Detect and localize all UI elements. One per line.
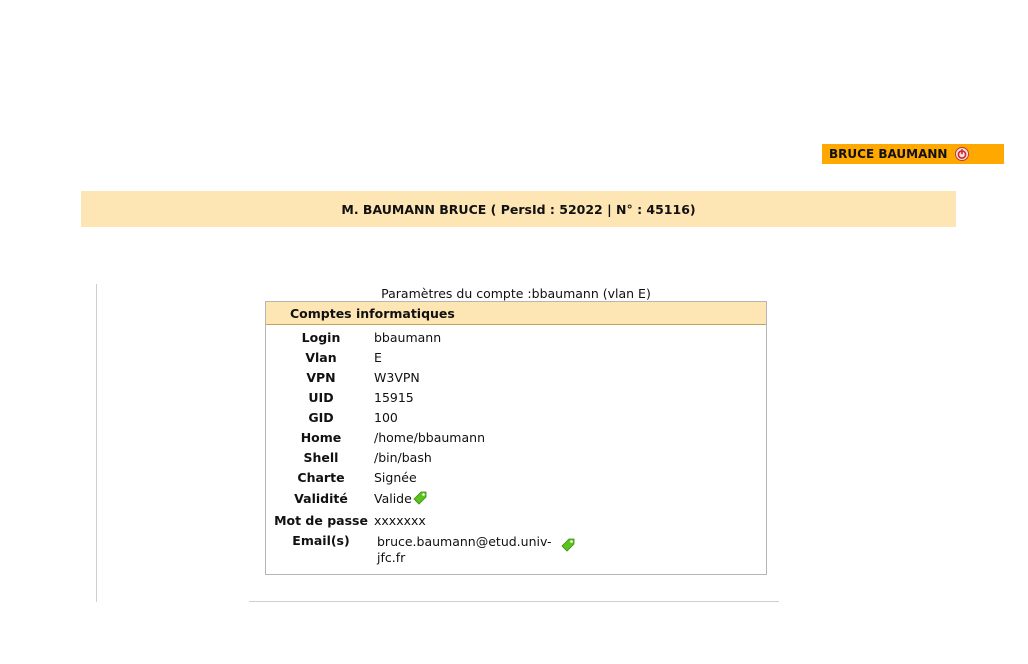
tag-icon[interactable]: [560, 537, 576, 553]
panel-title: Comptes informatiques: [266, 302, 766, 325]
field-value: /home/bbaumann: [374, 430, 485, 445]
field-value: 100: [374, 410, 398, 425]
field-label: Shell: [303, 450, 339, 465]
user-badge[interactable]: BRUCE BAUMANN: [822, 144, 1004, 164]
field-row-validite: Validité Valide: [266, 489, 766, 509]
field-label: Validité: [294, 491, 348, 506]
identity-text: M. BAUMANN BRUCE ( PersId : 52022 | N° :…: [341, 201, 696, 217]
bottom-divider: [249, 601, 779, 602]
field-row-emails: Email(s) bruce.baumann@etud.univ-jfc.fr: [266, 531, 766, 571]
field-label: VPN: [306, 370, 336, 385]
field-label: Home: [300, 430, 342, 445]
identity-banner: M. BAUMANN BRUCE ( PersId : 52022 | N° :…: [81, 191, 956, 227]
email-value: bruce.baumann@etud.univ-jfc.fr: [377, 534, 552, 565]
field-value: Signée: [374, 470, 417, 485]
left-divider: [96, 284, 97, 602]
field-row-shell: Shell /bin/bash: [266, 448, 766, 468]
field-label: Vlan: [305, 350, 337, 365]
field-value: xxxxxxx: [374, 513, 426, 528]
field-value-wrap: Valide: [374, 489, 428, 509]
field-value: W3VPN: [374, 370, 420, 385]
field-value: /bin/bash: [374, 450, 432, 465]
field-row-uid: UID 15915: [266, 388, 766, 408]
field-row-vlan: Vlan E: [266, 348, 766, 368]
tag-icon[interactable]: [412, 490, 428, 506]
field-label: Mot de passe: [274, 513, 368, 528]
field-value: Valide: [374, 491, 412, 506]
field-row-password: Mot de passe xxxxxxx: [266, 511, 766, 531]
field-label: UID: [308, 390, 334, 405]
field-row-charte: Charte Signée: [266, 468, 766, 488]
field-label: GID: [308, 410, 334, 425]
field-value: E: [374, 350, 382, 365]
account-caption: Paramètres du compte :bbaumann (vlan E): [381, 286, 651, 301]
accounts-panel: Comptes informatiques Login bbaumann Vla…: [265, 301, 767, 575]
field-label: Charte: [297, 470, 345, 485]
field-row-vpn: VPN W3VPN: [266, 368, 766, 388]
field-value: bbaumann: [374, 330, 442, 345]
field-row-home: Home /home/bbaumann: [266, 428, 766, 448]
field-row-login: Login bbaumann: [266, 328, 766, 348]
field-label: Email(s): [292, 533, 350, 548]
power-icon[interactable]: [955, 147, 970, 161]
field-label: Login: [301, 330, 341, 345]
field-row-gid: GID 100: [266, 408, 766, 428]
user-name: BRUCE BAUMANN: [829, 147, 948, 161]
field-value: 15915: [374, 390, 414, 405]
